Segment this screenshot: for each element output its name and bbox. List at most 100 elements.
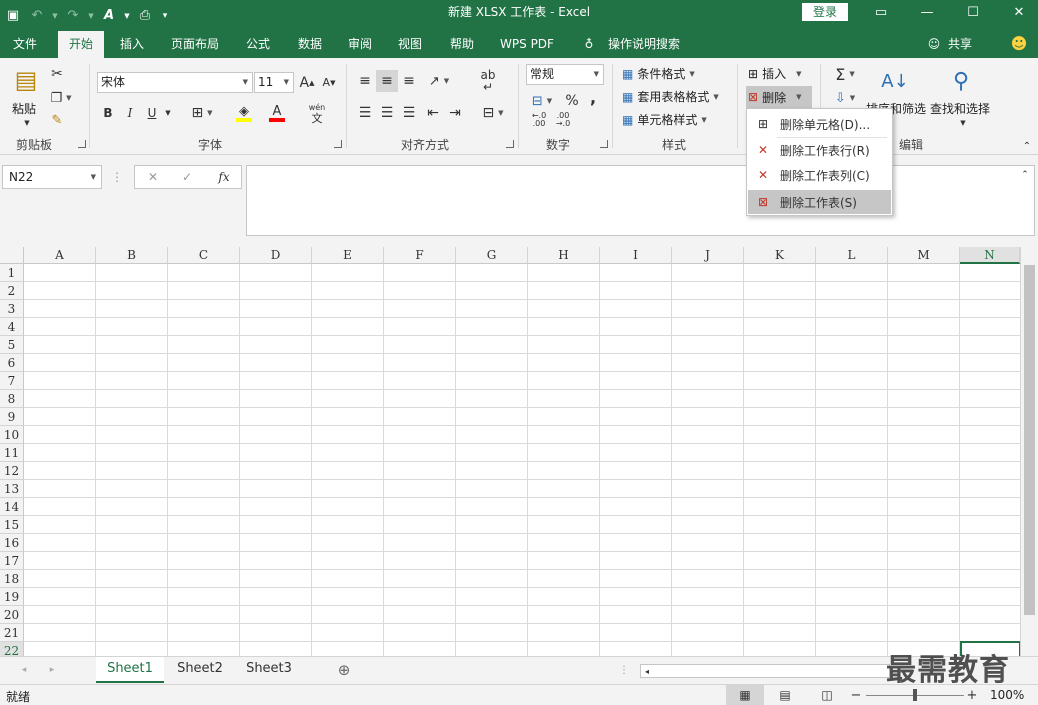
delete-cells-item[interactable]: ⊞ 删除单元格(D)... bbox=[748, 112, 891, 136]
number-launcher-icon[interactable] bbox=[600, 140, 608, 148]
tab-split-icon[interactable]: ⋮ bbox=[618, 661, 630, 679]
increase-indent-icon[interactable]: ⇥ bbox=[444, 102, 466, 124]
tab-home[interactable]: 开始 bbox=[58, 31, 104, 58]
column-header-d[interactable]: D bbox=[240, 247, 312, 264]
borders-icon[interactable]: ⊞ ▼ bbox=[184, 102, 220, 124]
customize-qat-icon[interactable]: ▾ bbox=[158, 0, 172, 31]
delete-sheet-item[interactable]: ⊠ 删除工作表(S) bbox=[748, 190, 891, 214]
column-header-e[interactable]: E bbox=[312, 247, 384, 264]
row-header-3[interactable]: 3 bbox=[0, 300, 24, 318]
column-header-i[interactable]: I bbox=[600, 247, 672, 264]
login-button[interactable]: 登录 bbox=[802, 3, 848, 21]
minimize-icon[interactable]: — bbox=[904, 0, 950, 25]
paste-icon[interactable]: ▤ bbox=[10, 64, 42, 96]
tab-review[interactable]: 审阅 bbox=[340, 31, 380, 58]
font-name-combo[interactable]: 宋体 ▼ bbox=[97, 72, 253, 93]
sheet-tab-sheet1[interactable]: Sheet1 bbox=[96, 657, 164, 683]
prev-sheet-icon[interactable]: ◂ bbox=[18, 661, 30, 679]
bold-button[interactable]: B bbox=[98, 102, 118, 124]
print-preview-icon[interactable]: ⎙ bbox=[134, 0, 156, 31]
column-header-b[interactable]: B bbox=[96, 247, 168, 264]
row-header-19[interactable]: 19 bbox=[0, 588, 24, 606]
redo-dropdown-icon[interactable]: ▼ bbox=[86, 0, 96, 31]
font-size-combo[interactable]: 11 ▼ bbox=[254, 72, 294, 93]
underline-button[interactable]: U bbox=[142, 102, 162, 124]
row-header-8[interactable]: 8 bbox=[0, 390, 24, 408]
column-header-c[interactable]: C bbox=[168, 247, 240, 264]
zoom-level[interactable]: 100% bbox=[990, 688, 1024, 702]
zoom-out-icon[interactable]: − bbox=[850, 686, 862, 704]
tab-insert[interactable]: 插入 bbox=[112, 31, 152, 58]
tab-data[interactable]: 数据 bbox=[290, 31, 330, 58]
decrease-font-icon[interactable]: A ▼ bbox=[320, 72, 338, 93]
conditional-format-button[interactable]: ▦ 条件格式 ▼ bbox=[622, 65, 695, 82]
column-header-j[interactable]: J bbox=[672, 247, 744, 264]
sort-filter-icon[interactable]: A↓ bbox=[878, 64, 912, 98]
column-header-h[interactable]: H bbox=[528, 247, 600, 264]
tab-file[interactable]: 文件 bbox=[4, 31, 46, 58]
collapse-ribbon-icon[interactable]: ⌃ bbox=[1020, 140, 1034, 152]
row-header-12[interactable]: 12 bbox=[0, 462, 24, 480]
normal-view-icon[interactable]: ▦ bbox=[726, 685, 764, 705]
font-launcher-icon[interactable] bbox=[334, 140, 342, 148]
row-header-16[interactable]: 16 bbox=[0, 534, 24, 552]
row-header-1[interactable]: 1 bbox=[0, 264, 24, 282]
align-top-icon[interactable]: ≡ bbox=[354, 70, 376, 92]
enter-icon[interactable]: ✓ bbox=[177, 168, 197, 186]
redo-icon[interactable]: ↷ bbox=[62, 0, 84, 31]
increase-decimal-icon[interactable]: ←.0 .00 bbox=[528, 110, 550, 130]
format-as-table-button[interactable]: ▦ 套用表格格式 ▼ bbox=[622, 88, 719, 105]
page-layout-view-icon[interactable]: ▤ bbox=[770, 685, 800, 705]
decrease-indent-icon[interactable]: ⇤ bbox=[422, 102, 444, 124]
row-header-10[interactable]: 10 bbox=[0, 426, 24, 444]
phonetic-icon[interactable]: wén 文 bbox=[302, 98, 332, 128]
comma-button[interactable]: , bbox=[586, 86, 600, 108]
align-bottom-icon[interactable]: ≡ bbox=[398, 70, 420, 92]
row-header-6[interactable]: 6 bbox=[0, 354, 24, 372]
tab-wps-pdf[interactable]: WPS PDF bbox=[494, 31, 560, 58]
add-sheet-icon[interactable]: ⊕ bbox=[334, 660, 354, 680]
paste-dropdown-icon[interactable]: ▼ bbox=[22, 118, 32, 128]
row-header-17[interactable]: 17 bbox=[0, 552, 24, 570]
italic-button[interactable]: I bbox=[120, 102, 140, 124]
tab-formulas[interactable]: 公式 bbox=[238, 31, 278, 58]
align-right-icon[interactable]: ☰ bbox=[398, 102, 420, 124]
page-break-view-icon[interactable]: ◫ bbox=[812, 685, 842, 705]
zoom-in-icon[interactable]: + bbox=[966, 686, 978, 704]
font-style-icon[interactable]: A bbox=[98, 0, 120, 31]
row-header-5[interactable]: 5 bbox=[0, 336, 24, 354]
smiley-icon[interactable]: ☻ bbox=[1008, 31, 1030, 58]
row-header-2[interactable]: 2 bbox=[0, 282, 24, 300]
tell-me-search[interactable]: 操作说明搜索 bbox=[604, 31, 684, 58]
vertical-scroll-thumb[interactable] bbox=[1024, 265, 1035, 615]
column-header-a[interactable]: A bbox=[24, 247, 96, 264]
find-select-icon[interactable]: ⚲ bbox=[946, 64, 976, 98]
zoom-thumb[interactable] bbox=[913, 689, 917, 701]
decrease-decimal-icon[interactable]: .00 →.0 bbox=[552, 110, 574, 130]
sheet-tab-sheet3[interactable]: Sheet3 bbox=[236, 657, 302, 683]
tab-help[interactable]: 帮助 bbox=[442, 31, 482, 58]
align-middle-icon[interactable]: ≡ bbox=[376, 70, 398, 92]
scroll-left-icon[interactable]: ◂ bbox=[642, 665, 652, 677]
name-box[interactable]: N22 ▼ bbox=[2, 165, 102, 189]
delete-cells-button[interactable]: ⊠ 删除 ▼ bbox=[746, 86, 812, 108]
row-header-11[interactable]: 11 bbox=[0, 444, 24, 462]
delete-sheet-rows-item[interactable]: ✕ 删除工作表行(R) bbox=[748, 138, 891, 162]
maximize-icon[interactable]: ☐ bbox=[950, 0, 996, 25]
close-icon[interactable]: ✕ bbox=[996, 0, 1038, 25]
find-select-dropdown-icon[interactable]: ▼ bbox=[958, 118, 968, 128]
paste-button[interactable]: 粘贴 bbox=[12, 100, 36, 117]
vertical-scrollbar[interactable] bbox=[1020, 247, 1038, 656]
align-left-icon[interactable]: ☰ bbox=[354, 102, 376, 124]
horizontal-scrollbar[interactable]: ◂ bbox=[640, 664, 890, 678]
autosum-icon[interactable]: Σ ▼ bbox=[830, 64, 860, 84]
clipboard-launcher-icon[interactable] bbox=[78, 140, 86, 148]
number-format-combo[interactable]: 常规 ▼ bbox=[526, 64, 604, 85]
cut-icon[interactable]: ✂ bbox=[46, 64, 68, 84]
cell-styles-button[interactable]: ▦ 单元格样式 ▼ bbox=[622, 111, 707, 128]
row-header-14[interactable]: 14 bbox=[0, 498, 24, 516]
ribbon-display-icon[interactable]: ▭ bbox=[858, 0, 904, 25]
accounting-format-icon[interactable]: ⊟ ▼ bbox=[526, 90, 558, 112]
row-header-9[interactable]: 9 bbox=[0, 408, 24, 426]
column-header-f[interactable]: F bbox=[384, 247, 456, 264]
